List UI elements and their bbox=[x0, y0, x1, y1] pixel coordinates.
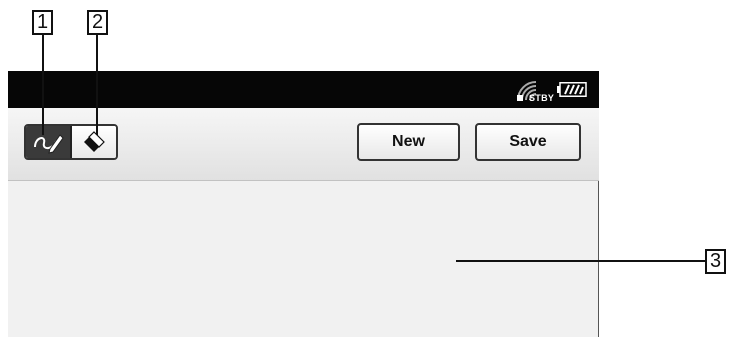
pen-tool-icon bbox=[34, 134, 64, 154]
callout-1-label: 1 bbox=[32, 10, 53, 35]
callout-3-leader bbox=[456, 260, 705, 262]
eraser-tool-button[interactable] bbox=[72, 126, 116, 158]
save-button[interactable]: Save bbox=[475, 123, 581, 161]
callout-2-label: 2 bbox=[87, 10, 108, 35]
standby-label: STBY bbox=[529, 93, 555, 103]
callout-1-leader bbox=[42, 35, 44, 135]
callout-3-label: 3 bbox=[705, 249, 726, 274]
battery-icon bbox=[557, 82, 587, 97]
drawing-canvas[interactable] bbox=[8, 181, 598, 337]
callout-2-leader bbox=[96, 35, 98, 135]
eraser-tool-icon bbox=[84, 131, 105, 152]
pen-tool-button[interactable] bbox=[26, 126, 72, 158]
drawing-tool-group bbox=[24, 124, 118, 160]
new-button[interactable]: New bbox=[357, 123, 460, 161]
standby-dot-icon bbox=[517, 95, 523, 101]
